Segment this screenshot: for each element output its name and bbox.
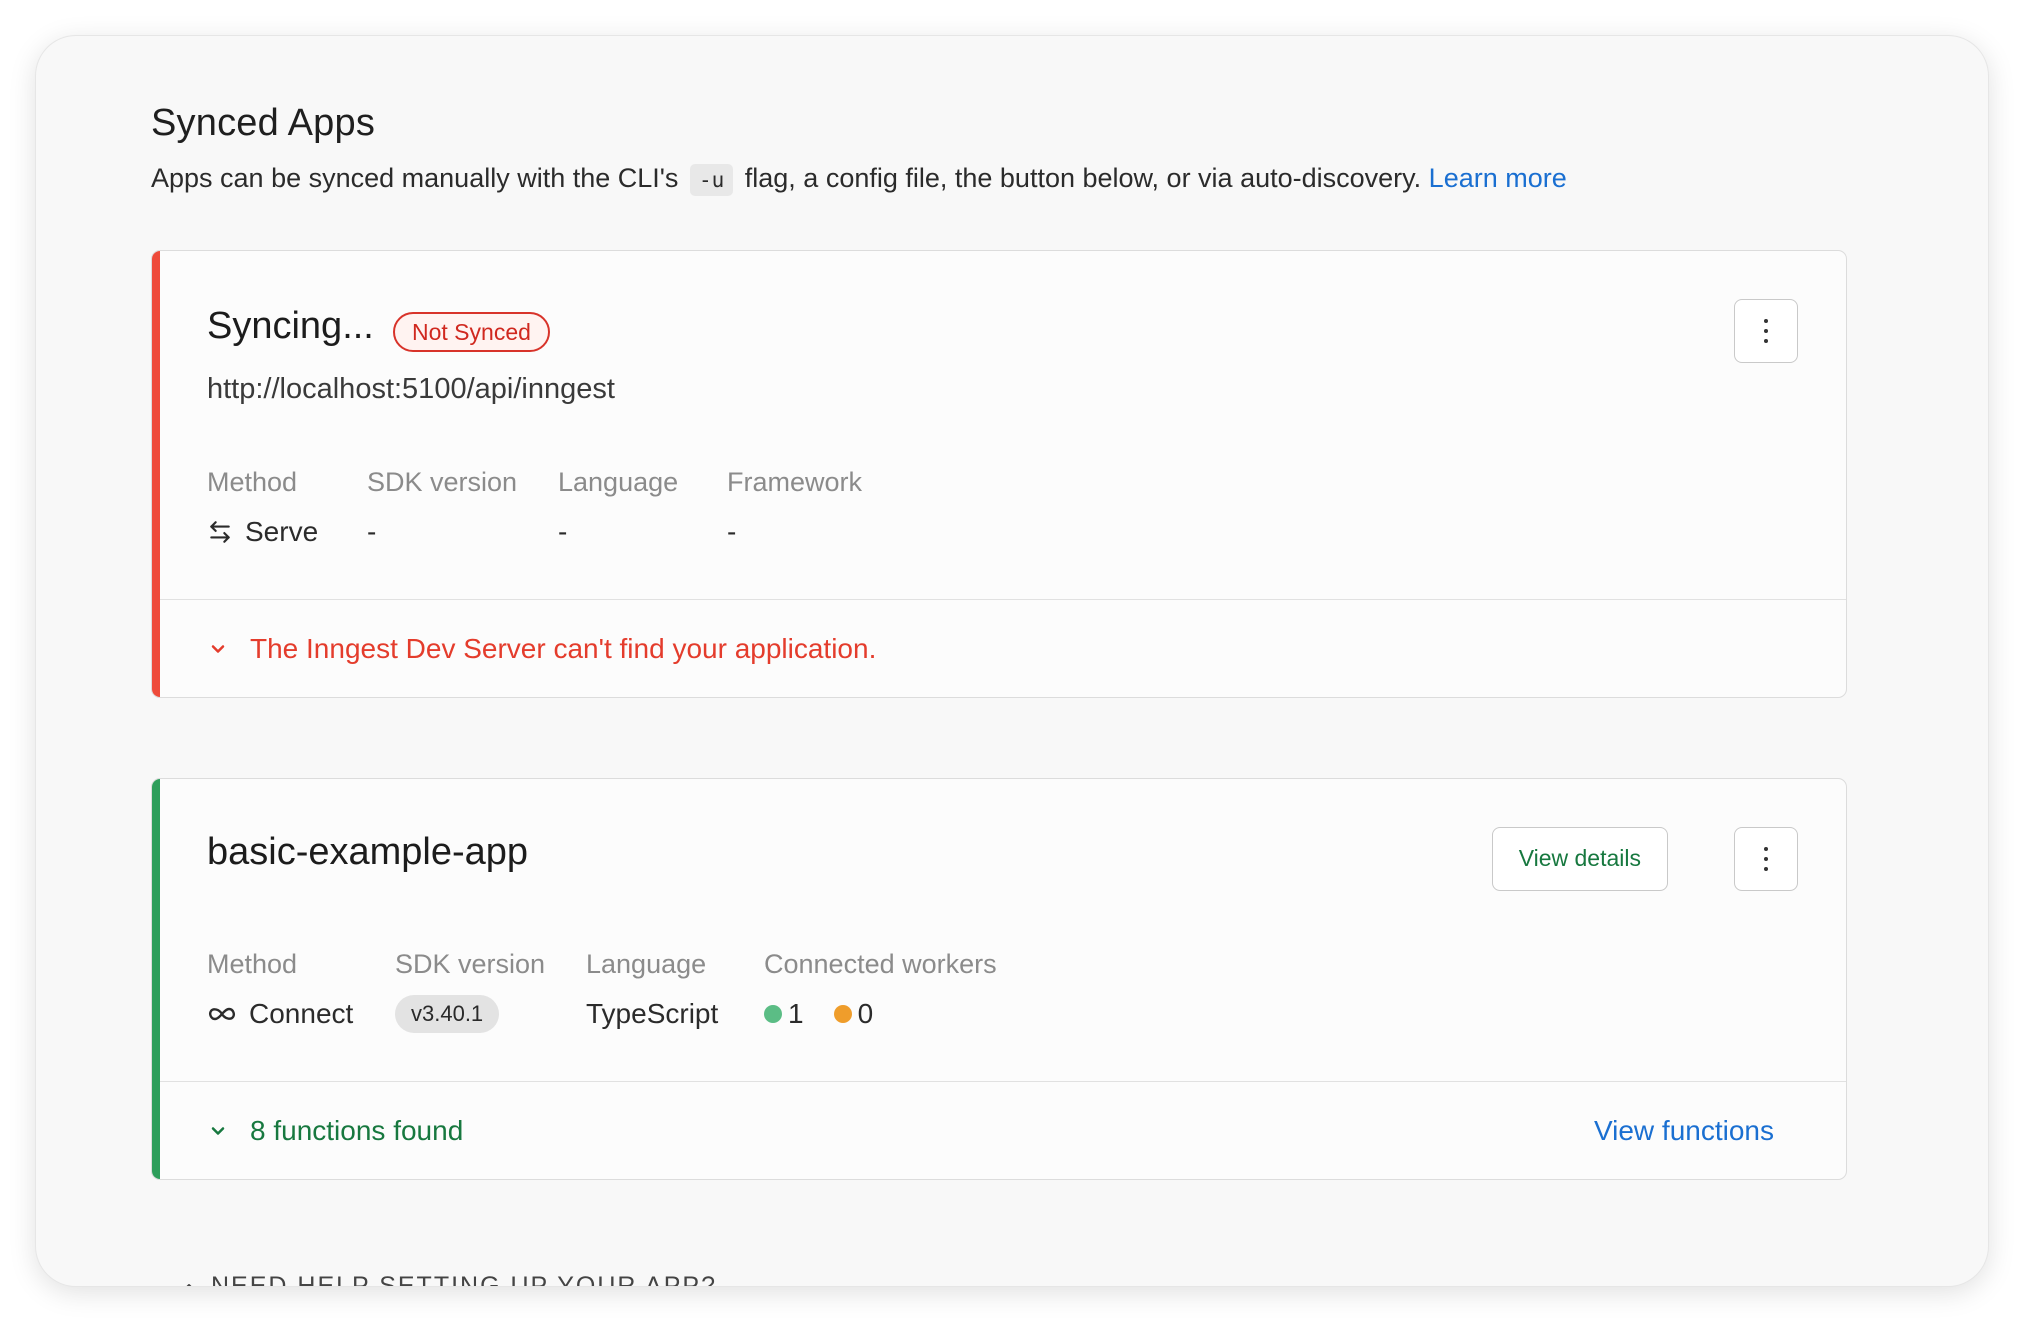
arrows-left-right-icon (210, 521, 230, 543)
method-text: Connect (249, 998, 354, 1029)
green-status-dot (764, 1005, 782, 1023)
cli-flag-code: -u (689, 164, 734, 196)
active-workers-count: 1 (788, 998, 804, 1029)
framework-value: - (727, 516, 737, 547)
more-options-button[interactable] (1734, 827, 1798, 891)
vertical-dots-icon (1764, 847, 1768, 871)
framework-label: Framework (727, 467, 863, 497)
functions-found-text: 8 functions found (250, 1114, 464, 1146)
chevron-up-icon (186, 1283, 192, 1286)
method-label: Method (207, 949, 298, 979)
infinity-icon (209, 1007, 235, 1021)
language-label: Language (558, 467, 679, 497)
card-footer: 8 functions found View functions (160, 1081, 1846, 1179)
sdk-version-column: SDK version v3.40.1 (395, 949, 545, 1034)
app-name: basic-example-app (207, 831, 529, 873)
sdk-version-value: - (367, 516, 377, 547)
view-functions-link[interactable]: View functions (1594, 1115, 1774, 1147)
view-details-button[interactable]: View details (1491, 827, 1668, 891)
idle-workers-count: 0 (857, 998, 874, 1029)
app-url: http://localhost:5100/api/inngest (207, 373, 615, 405)
page-subtitle: Apps can be synced manually with the CLI… (151, 158, 1851, 200)
learn-more-link[interactable]: Learn more (1429, 163, 1567, 193)
method-value: Serve (207, 512, 318, 552)
language-column: Language TypeScript (586, 949, 718, 1034)
method-text: Serve (245, 516, 319, 547)
app-name: Syncing... (207, 305, 374, 347)
app-window: Synced Apps Apps can be synced manually … (36, 36, 1988, 1286)
error-message: The Inngest Dev Server can't find your a… (250, 632, 877, 664)
more-options-button[interactable] (1734, 299, 1798, 363)
connected-workers-label: Connected workers (764, 949, 997, 979)
connected-workers-value: 1 0 (764, 994, 997, 1034)
sdk-version-label: SDK version (395, 949, 546, 979)
language-label: Language (586, 949, 707, 979)
chevron-down-icon (211, 644, 225, 653)
orange-status-dot (833, 1005, 852, 1023)
synced-apps-section: Synced Apps Apps can be synced manually … (151, 98, 1851, 1180)
page-title: Synced Apps (151, 102, 376, 144)
sdk-version-column: SDK version - (367, 467, 517, 552)
connected-workers-column: Connected workers 1 0 (764, 949, 997, 1034)
success-status-stripe (152, 779, 160, 1179)
language-value: - (558, 516, 568, 547)
error-details-toggle[interactable]: The Inngest Dev Server can't find your a… (208, 633, 876, 665)
sdk-version-pill: v3.40.1 (395, 995, 500, 1033)
language-value: TypeScript (586, 998, 719, 1029)
help-setup-label: NEED HELP SETTING UP YOUR APP? (211, 1272, 717, 1286)
vertical-dots-icon (1764, 319, 1768, 343)
sdk-version-label: SDK version (367, 467, 518, 497)
help-setup-toggle[interactable]: NEED HELP SETTING UP YOUR APP? (181, 1272, 717, 1286)
error-status-stripe (152, 251, 160, 697)
method-column: Method Serve (207, 467, 318, 552)
method-label: Method (207, 467, 298, 497)
language-column: Language - (558, 467, 678, 552)
not-synced-badge: Not Synced (393, 312, 550, 352)
functions-toggle[interactable]: 8 functions found (208, 1115, 463, 1147)
card-footer: The Inngest Dev Server can't find your a… (160, 599, 1846, 697)
framework-column: Framework - (727, 467, 862, 552)
active-workers: 1 (764, 998, 804, 1030)
subtitle-text: Apps can be synced manually with the CLI… (151, 163, 679, 193)
chevron-down-icon (211, 1126, 225, 1135)
app-card-not-synced: Syncing... Not Synced http://localhost:5… (151, 250, 1847, 698)
idle-workers: 0 (833, 998, 874, 1030)
method-value: Connect (207, 994, 353, 1034)
subtitle-text-continued: flag, a config file, the button below, o… (744, 163, 1422, 193)
method-column: Method Connect (207, 949, 353, 1034)
app-card-synced: basic-example-app View details Method Co… (151, 778, 1847, 1180)
sdk-version-value: v3.40.1 (395, 994, 545, 1034)
